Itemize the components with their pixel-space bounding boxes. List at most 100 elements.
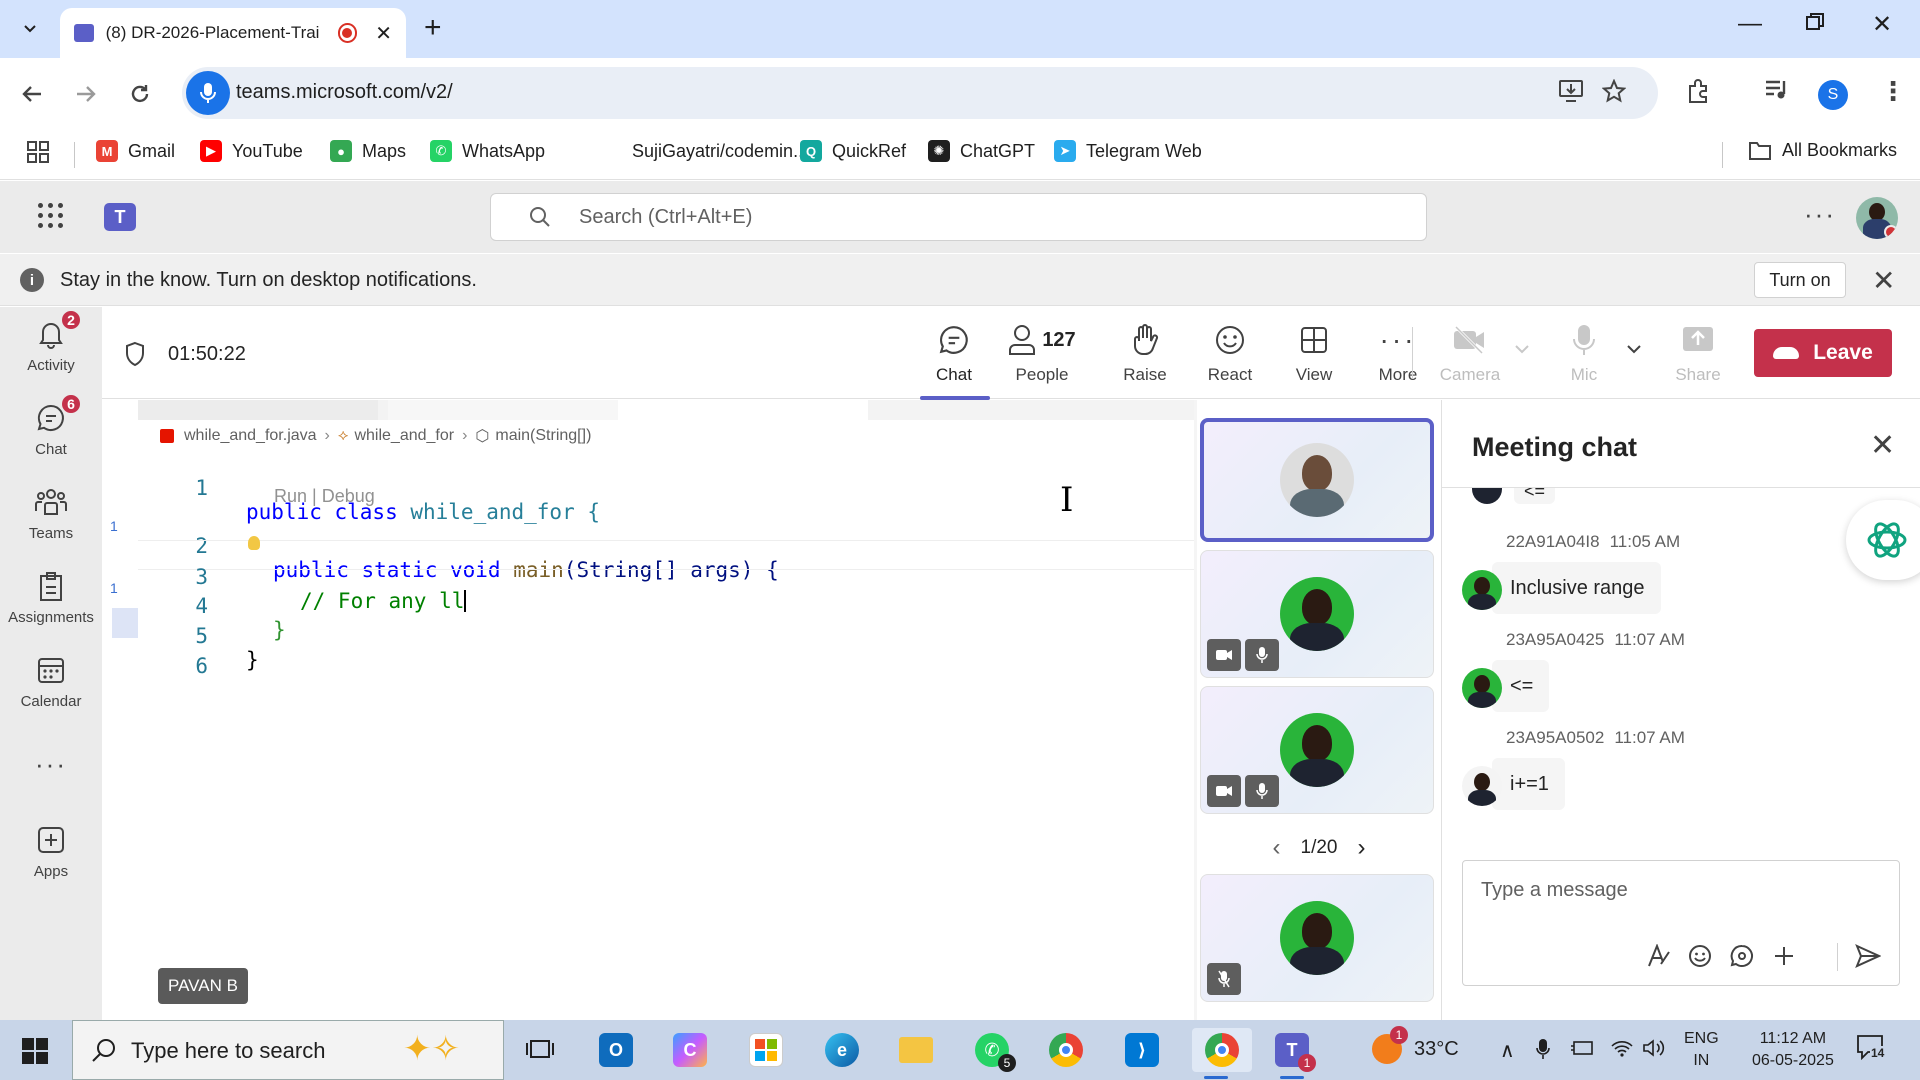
show-hidden-icons-button[interactable]: ∧	[1500, 1038, 1515, 1063]
extensions-icon[interactable]	[1686, 78, 1712, 111]
gutter-mark: 1	[110, 518, 118, 534]
voice-search-button[interactable]	[186, 71, 230, 115]
windows-start-button[interactable]	[22, 1038, 48, 1064]
settings-more-button[interactable]: ···	[1804, 199, 1836, 230]
user-avatar[interactable]	[1856, 197, 1898, 239]
clock-button[interactable]: 11:12 AM 06-05-2025	[1752, 1028, 1834, 1072]
participant-tile[interactable]	[1200, 418, 1434, 542]
bookmark-gmail[interactable]: M Gmail	[96, 140, 175, 162]
restore-button[interactable]	[1806, 10, 1824, 38]
address-bar[interactable]: teams.microsoft.com/v2/	[182, 67, 1658, 119]
chrome-app[interactable]	[1042, 1028, 1090, 1072]
wifi-icon[interactable]	[1610, 1038, 1634, 1064]
notification-center-button[interactable]: 14	[1856, 1034, 1888, 1062]
message-composer[interactable]	[1462, 860, 1900, 986]
input-language-button[interactable]: ENG IN	[1684, 1028, 1719, 1072]
page-indicator: 1/20	[1300, 837, 1338, 858]
turn-on-notifications-button[interactable]: Turn on	[1754, 262, 1846, 298]
bookmark-maps[interactable]: ● Maps	[330, 140, 406, 162]
share-button[interactable]: Share	[1656, 321, 1740, 385]
message-input[interactable]	[1481, 875, 1861, 905]
taskbar-search-input[interactable]	[131, 1037, 391, 1065]
minimize-button[interactable]: —	[1738, 10, 1762, 38]
reload-button[interactable]	[122, 76, 158, 112]
app-launcher-icon[interactable]	[38, 203, 64, 229]
lightbulb-icon[interactable]	[248, 536, 260, 550]
folder-icon	[1749, 141, 1771, 160]
url-text: teams.microsoft.com/v2/	[236, 81, 453, 103]
rail-item-teams[interactable]: Teams	[0, 477, 102, 557]
bookmark-whatsapp[interactable]: ✆ WhatsApp	[430, 140, 545, 162]
apps-grid-icon[interactable]	[26, 140, 50, 164]
emoji-icon[interactable]	[1685, 941, 1715, 971]
react-button[interactable]: React	[1188, 321, 1272, 385]
store-app[interactable]	[742, 1028, 790, 1072]
close-tab-button[interactable]: ✕	[375, 21, 392, 46]
teams-search-input[interactable]	[579, 202, 1179, 232]
file-explorer-app[interactable]	[892, 1028, 940, 1072]
install-app-icon[interactable]	[1558, 79, 1584, 110]
tab-search-button[interactable]	[14, 12, 46, 44]
bookmark-telegram[interactable]: ➤ Telegram Web	[1054, 140, 1202, 162]
bookmark-chatgpt[interactable]: ✺ ChatGPT	[928, 140, 1035, 162]
teams-search-box[interactable]	[490, 193, 1427, 241]
profile-avatar[interactable]: S	[1818, 80, 1848, 110]
loop-icon[interactable]	[1727, 941, 1757, 971]
rail-item-assignments[interactable]: Assignments	[0, 561, 102, 641]
participant-tile[interactable]	[1200, 686, 1434, 814]
rail-item-apps[interactable]: Apps	[0, 815, 102, 895]
browser-tab-teams[interactable]: (8) DR-2026-Placement-Trai ✕	[60, 8, 406, 58]
teams-app[interactable]: T 1	[1268, 1028, 1316, 1079]
people-button[interactable]: 127 People	[992, 321, 1092, 385]
more-icon: ···	[35, 748, 67, 779]
shared-code-editor[interactable]: while_and_for.java › ⟡ while_and_for › ⬡…	[138, 400, 1194, 1020]
volume-icon[interactable]	[1642, 1038, 1666, 1064]
copilot-app[interactable]: C	[666, 1028, 714, 1072]
grid-view-icon	[1301, 327, 1327, 353]
all-bookmarks-button[interactable]: All Bookmarks	[1748, 140, 1897, 161]
forward-button[interactable]	[68, 76, 104, 112]
leave-button[interactable]: Leave	[1754, 329, 1892, 377]
weather-widget[interactable]: 1 33°C	[1372, 1026, 1459, 1064]
outlook-app[interactable]: O	[592, 1028, 640, 1072]
camera-button[interactable]: Camera	[1428, 321, 1512, 385]
mic-button[interactable]: Mic	[1542, 321, 1626, 385]
vscode-app[interactable]: ⟩	[1118, 1028, 1166, 1072]
participant-tile[interactable]	[1200, 874, 1434, 1002]
previous-page-button[interactable]: ‹	[1273, 834, 1281, 862]
browser-menu-icon[interactable]: ⋮	[1880, 76, 1906, 107]
edge-app[interactable]: e	[818, 1028, 866, 1072]
task-view-button[interactable]	[516, 1028, 564, 1072]
close-chat-button[interactable]: ✕	[1870, 428, 1895, 463]
bookmark-quickref[interactable]: Q QuickRef	[800, 140, 906, 162]
format-icon[interactable]	[1643, 941, 1673, 971]
new-tab-button[interactable]: +	[424, 12, 442, 44]
run-debug-codelens[interactable]: Run | Debug	[274, 486, 375, 507]
rail-more-apps-button[interactable]: ···	[0, 739, 102, 789]
microphone-tray-icon[interactable]	[1536, 1038, 1550, 1066]
media-controls-icon[interactable]	[1764, 78, 1790, 107]
chrome-app-active[interactable]	[1192, 1028, 1252, 1079]
send-button[interactable]	[1853, 941, 1883, 971]
bookmark-star-icon[interactable]	[1601, 78, 1627, 110]
close-banner-button[interactable]: ✕	[1872, 264, 1895, 297]
bookmark-youtube[interactable]: ▶ YouTube	[200, 140, 303, 162]
participant-tile[interactable]	[1200, 550, 1434, 678]
copilot-button[interactable]	[1846, 500, 1920, 580]
view-button[interactable]: View	[1272, 321, 1356, 385]
whatsapp-app[interactable]: ✆ 5	[968, 1028, 1016, 1072]
plus-icon[interactable]	[1769, 941, 1799, 971]
battery-icon[interactable]	[1570, 1038, 1596, 1064]
raise-hand-button[interactable]: Raise	[1103, 321, 1187, 385]
taskbar-search-box[interactable]: ✦✧	[72, 1020, 504, 1080]
back-button[interactable]	[14, 76, 50, 112]
rail-item-activity[interactable]: 2 Activity	[0, 309, 102, 389]
next-page-button[interactable]: ›	[1357, 834, 1365, 862]
mic-options-chevron-icon[interactable]	[1626, 341, 1642, 359]
rail-item-calendar[interactable]: Calendar	[0, 645, 102, 725]
rail-item-chat[interactable]: 6 Chat	[0, 393, 102, 473]
camera-options-chevron-icon[interactable]	[1514, 341, 1530, 359]
chat-button[interactable]: Chat	[912, 321, 996, 400]
bookmark-github[interactable]: SujiGayatri/codemin...	[600, 140, 808, 162]
close-window-button[interactable]: ✕	[1872, 10, 1892, 39]
